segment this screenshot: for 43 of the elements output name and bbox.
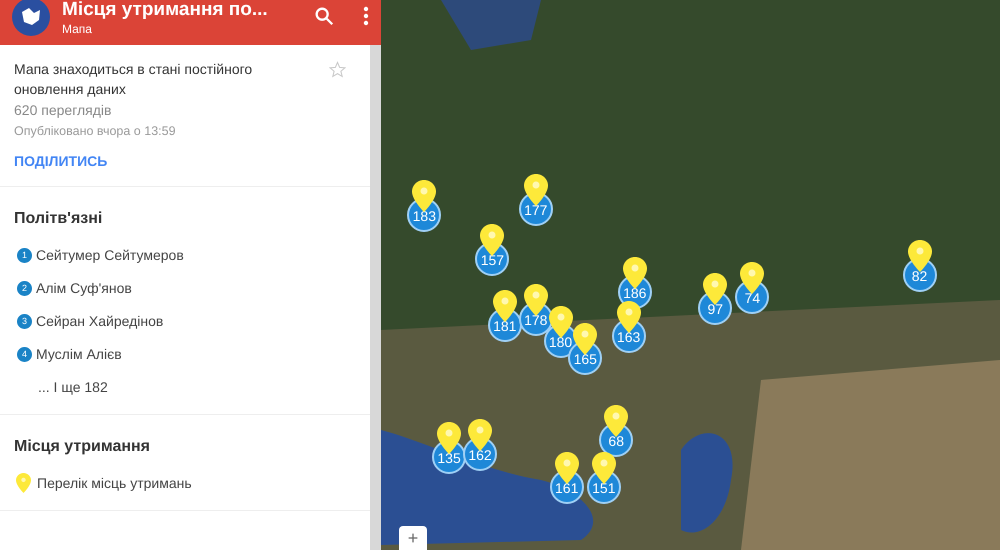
map-pin-icon	[604, 405, 628, 437]
map-pin-icon	[412, 180, 436, 212]
layer-item[interactable]: Сейран Хайредінов	[36, 310, 164, 332]
more-icon[interactable]	[363, 6, 369, 26]
map-pin-icon	[592, 452, 616, 484]
search-icon[interactable]	[313, 4, 335, 26]
map-pin-icon	[524, 284, 548, 316]
map-pin-icon	[492, 290, 517, 322]
zoom-in-button[interactable]: +	[399, 526, 427, 550]
view-count: 620 переглядів	[14, 101, 112, 119]
map-pin-icon	[524, 174, 548, 206]
map-pin-icon	[703, 273, 728, 305]
map-pin-icon	[480, 224, 504, 256]
map-pin-icon	[437, 422, 462, 454]
satellite-map[interactable]: 183 177 157 181 178 180 165 186 163 97 74 82 135 162 68 161 151 +	[381, 0, 1000, 550]
map-description: Мапа знаходиться в стані постійного оновлення даних	[14, 60, 254, 99]
star-icon[interactable]	[329, 61, 346, 78]
map-pin-icon	[908, 240, 932, 272]
map-pin-icon	[548, 306, 572, 338]
map-pin-icon	[16, 473, 31, 494]
more-items-link[interactable]: ... І ще 182	[14, 376, 108, 398]
number-badge: 3	[17, 314, 32, 329]
logo-icon	[12, 0, 50, 36]
number-badge: 4	[17, 346, 32, 362]
layer-item[interactable]: Муслім Алієв	[36, 344, 122, 365]
map-pin-icon	[573, 322, 598, 354]
map-pin-icon	[616, 300, 641, 332]
layer-title: Політв'язні	[14, 208, 104, 229]
layer-item[interactable]: Сейтумер Сейтумеров	[36, 244, 184, 266]
layer-item[interactable]: Алім Суф'янов	[36, 278, 132, 299]
map-pin-icon	[468, 418, 492, 451]
share-link[interactable]: ПОДІЛИТИСЬ	[14, 150, 108, 172]
map-pin-icon	[622, 256, 647, 288]
layer-title: Місця утримання	[14, 436, 152, 457]
map-pin-icon	[740, 262, 764, 294]
published-date: Опубліковано вчора о 13:59	[14, 123, 177, 140]
scrollbar[interactable]	[370, 45, 381, 550]
map-title: Місця утримання по...	[62, 0, 269, 22]
number-badge: 2	[17, 280, 32, 296]
number-badge: 1	[17, 248, 32, 263]
layer-item[interactable]: Перелік місць утримань	[37, 472, 192, 494]
map-subtitle: Мапа	[62, 22, 93, 36]
map-pin-icon	[554, 452, 579, 484]
